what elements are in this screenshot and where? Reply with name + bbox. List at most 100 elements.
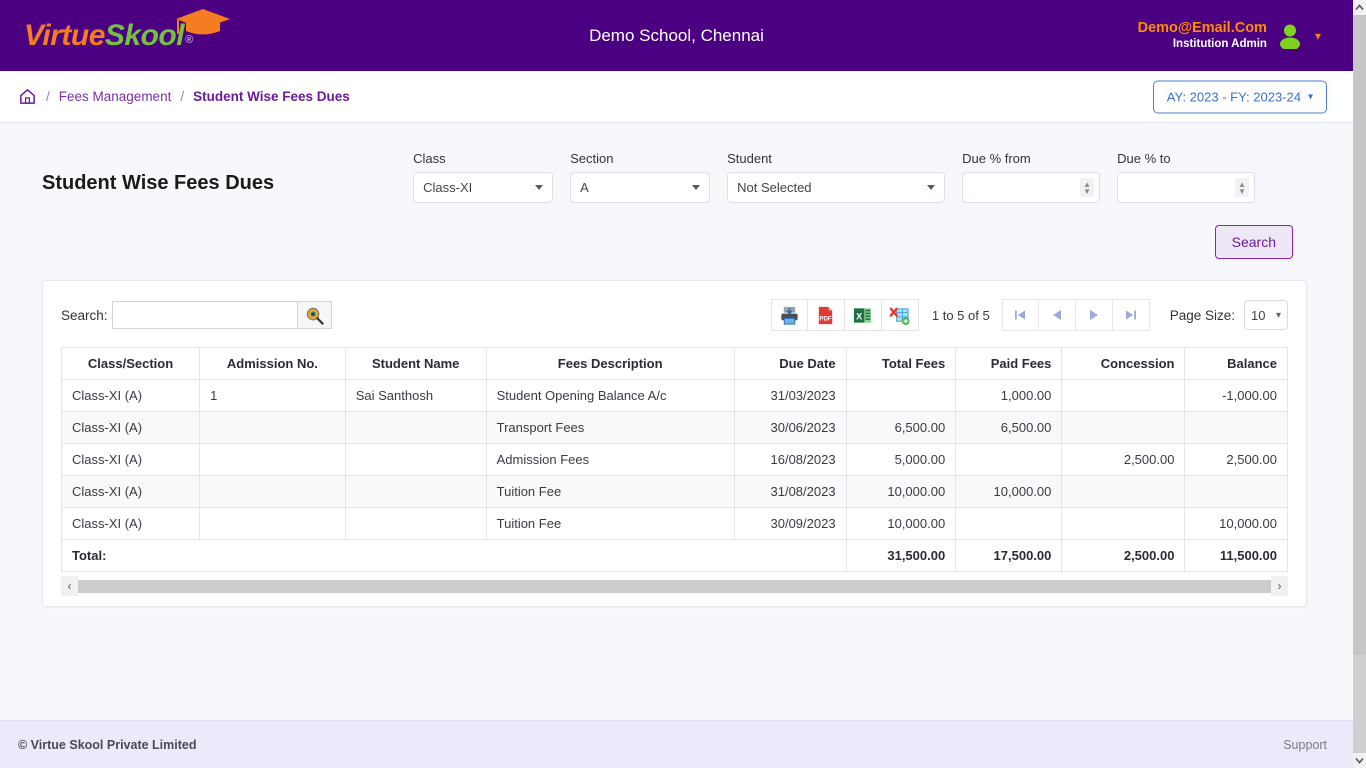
table-row[interactable]: Class-XI (A) Tuition Fee 30/09/2023 10,0… xyxy=(60,507,1288,540)
page-scrollbar[interactable] xyxy=(1353,0,1366,768)
class-value: Class-XI xyxy=(423,180,473,195)
page-footer: © Virtue Skool Private Limited Support xyxy=(0,720,1353,768)
page-title: Student Wise Fees Dues xyxy=(42,172,275,194)
xml-export-icon xyxy=(890,307,910,325)
table-row[interactable]: Class-XI (A) Transport Fees 30/06/2023 6… xyxy=(60,411,1288,444)
student-dropdown[interactable]: Not Selected xyxy=(727,172,946,203)
column-total-fees: Total Fees xyxy=(845,347,957,380)
excel-icon: X xyxy=(854,307,872,323)
chevron-down-icon xyxy=(535,185,544,190)
search-button[interactable]: Search xyxy=(1214,225,1293,259)
breadcrumb-separator-1: / xyxy=(46,89,50,104)
table-search-button[interactable] xyxy=(296,301,332,329)
pdf-export-button[interactable]: PDF xyxy=(807,299,845,331)
breadcrumb: / Fees Management / Student Wise Fees Du… xyxy=(18,87,350,106)
breadcrumb-item-fees-management[interactable]: Fees Management xyxy=(59,89,172,104)
cell-balance: 2,500.00 xyxy=(1184,443,1288,476)
user-menu[interactable]: Demo@Email.Com Institution Admin ▾ xyxy=(1138,0,1321,71)
cell-balance xyxy=(1184,475,1288,508)
cell-student-name xyxy=(344,507,487,540)
search-row: Search xyxy=(0,203,1353,259)
filter-controls: Class Class-XI Section A Student Not Sel… xyxy=(413,151,1256,203)
chevron-down-icon xyxy=(1355,757,1364,764)
column-class-section: Class/Section xyxy=(60,347,201,380)
breadcrumb-separator-2: / xyxy=(180,89,185,104)
column-student-name: Student Name xyxy=(344,347,487,380)
breadcrumb-bar: / Fees Management / Student Wise Fees Du… xyxy=(0,71,1353,123)
table-row[interactable]: Class-XI (A) Tuition Fee 31/08/2023 10,0… xyxy=(60,475,1288,508)
app-logo[interactable]: VirtueSkool® xyxy=(24,8,230,52)
last-page-button[interactable] xyxy=(1112,299,1150,331)
column-fees-description: Fees Description xyxy=(485,347,735,380)
class-label: Class xyxy=(413,151,446,166)
table-horizontal-scrollbar[interactable]: ‹ › xyxy=(61,576,1288,596)
total-paid-fees: 17,500.00 xyxy=(955,539,1063,572)
footer-support-link[interactable]: Support xyxy=(1283,738,1327,752)
scroll-down-button[interactable] xyxy=(1353,753,1366,768)
student-value: Not Selected xyxy=(737,180,812,195)
column-balance: Balance xyxy=(1184,347,1288,380)
export-buttons: PDF X xyxy=(770,299,919,331)
avatar-icon xyxy=(1279,24,1300,49)
cell-student-name xyxy=(344,411,487,444)
magnifier-icon xyxy=(306,307,324,325)
cell-student-name xyxy=(344,443,487,476)
scroll-thumb[interactable] xyxy=(1353,15,1366,655)
table-total-row: Total: 31,500.00 17,500.00 2,500.00 11,5… xyxy=(61,539,1288,572)
footer-copyright: © Virtue Skool Private Limited xyxy=(18,737,197,752)
cell-total-fees: 10,000.00 xyxy=(845,475,957,508)
cell-admission-no xyxy=(199,475,346,508)
xml-export-button[interactable] xyxy=(881,299,919,331)
section-value: A xyxy=(580,180,589,195)
logo-text-skool: Skool xyxy=(104,18,185,52)
page-size-dropdown[interactable]: 10 ▾ xyxy=(1244,300,1288,330)
chevron-up-icon xyxy=(1355,4,1364,11)
class-dropdown[interactable]: Class-XI xyxy=(413,172,554,203)
chevron-down-icon[interactable]: ▾ xyxy=(1315,29,1321,43)
last-page-icon xyxy=(1125,310,1136,320)
cell-balance xyxy=(1184,411,1288,444)
prev-page-icon xyxy=(1052,310,1061,320)
scroll-right-icon[interactable]: › xyxy=(1271,576,1288,596)
logo-registered-mark: ® xyxy=(185,33,193,46)
cell-total-fees: 6,500.00 xyxy=(845,411,957,444)
scroll-left-icon[interactable]: ‹ xyxy=(61,576,78,596)
due-to-input-wrap[interactable]: ▲ ▼ xyxy=(1117,172,1256,203)
home-icon[interactable] xyxy=(18,87,37,106)
cell-concession: 2,500.00 xyxy=(1061,443,1186,476)
academic-year-value: AY: 2023 - FY: 2023-24 xyxy=(1166,89,1301,104)
cell-paid-fees: 6,500.00 xyxy=(955,411,1063,444)
column-admission-no: Admission No. xyxy=(199,347,346,380)
due-from-input-wrap[interactable]: ▲ ▼ xyxy=(962,172,1101,203)
academic-year-selector[interactable]: AY: 2023 - FY: 2023-24 ▾ xyxy=(1152,80,1327,113)
print-button[interactable] xyxy=(770,299,808,331)
first-page-button[interactable] xyxy=(1001,299,1039,331)
number-stepper-icon[interactable]: ▲ ▼ xyxy=(1235,178,1250,197)
total-label: Total: xyxy=(61,539,847,572)
excel-export-button[interactable]: X xyxy=(844,299,882,331)
page-size-label: Page Size: xyxy=(1169,307,1235,323)
horizontal-scroll-track[interactable] xyxy=(78,579,1271,593)
cell-total-fees: 10,000.00 xyxy=(845,507,957,540)
due-to-field: Due % to ▲ ▼ xyxy=(1117,151,1256,203)
section-dropdown[interactable]: A xyxy=(570,172,711,203)
table-search-input[interactable] xyxy=(111,301,297,329)
cell-class-section: Class-XI (A) xyxy=(60,411,201,444)
number-stepper-icon[interactable]: ▲ ▼ xyxy=(1080,178,1095,197)
column-paid-fees: Paid Fees xyxy=(955,347,1063,380)
student-field: Student Not Selected xyxy=(727,151,946,203)
pagination-range-text: 1 to 5 of 5 xyxy=(931,307,990,323)
cell-fees-description: Tuition Fee xyxy=(485,507,735,540)
user-role: Institution Admin xyxy=(1172,38,1267,51)
table-toolbar: Search: PDF X 1 to 5 of 5 Page Size: 10 … xyxy=(61,299,1288,331)
scroll-up-button[interactable] xyxy=(1353,0,1366,15)
table-row[interactable]: Class-XI (A) 1 Sai Santhosh Student Open… xyxy=(60,379,1288,412)
table-row[interactable]: Class-XI (A) Admission Fees 16/08/2023 5… xyxy=(60,443,1288,476)
section-label: Section xyxy=(570,151,614,166)
next-page-button[interactable] xyxy=(1075,299,1113,331)
prev-page-button[interactable] xyxy=(1038,299,1076,331)
first-page-icon xyxy=(1015,310,1026,320)
logo-text-virtue: Virtue xyxy=(24,18,105,52)
user-email: Demo@Email.Com xyxy=(1137,19,1267,36)
chevron-down-icon: ▾ xyxy=(1275,309,1281,321)
